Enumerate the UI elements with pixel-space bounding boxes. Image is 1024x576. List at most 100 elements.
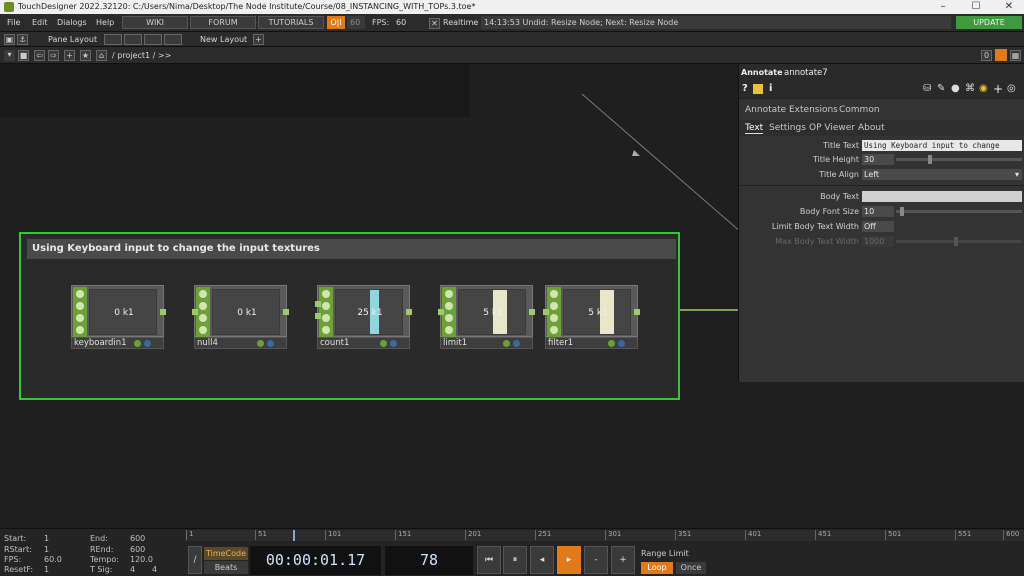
forum-button[interactable]: FORUM <box>190 16 256 29</box>
viewer-flag-icon[interactable] <box>445 290 453 298</box>
tab-op-viewer[interactable]: OP Viewer <box>809 123 855 133</box>
maximize-button[interactable]: ☐ <box>961 0 991 14</box>
output-connector[interactable] <box>160 309 166 315</box>
node-name[interactable]: null4 <box>197 338 218 348</box>
node-limit[interactable]: 5 k1 limit1 <box>438 285 535 349</box>
title-height-slider[interactable] <box>896 155 1022 164</box>
stop-icon[interactable]: ■ <box>18 50 29 61</box>
input-connector[interactable] <box>315 313 321 319</box>
menu-dialogs[interactable]: Dialogs <box>57 18 87 27</box>
add-icon[interactable]: + <box>64 50 75 61</box>
display-flag-icon[interactable] <box>199 326 207 334</box>
slider-handle[interactable] <box>928 155 932 164</box>
timecode-toggle[interactable]: TimeCode <box>204 547 248 560</box>
viewer-flag-icon[interactable] <box>199 290 207 298</box>
input-connector[interactable] <box>543 309 549 315</box>
end-value[interactable]: 600 <box>130 534 145 543</box>
wiki-button[interactable]: WIKI <box>122 16 188 29</box>
node-null[interactable]: 0 k1 null4 <box>192 285 289 349</box>
node-keyboardin[interactable]: 0 k1 keyboardin1 <box>71 285 166 349</box>
output-connector[interactable] <box>529 309 535 315</box>
playhead[interactable] <box>293 530 295 541</box>
perform-mode-button[interactable]: O|I <box>327 16 345 29</box>
home-icon[interactable]: ⌂ <box>96 50 107 61</box>
body-font-size-field[interactable]: 10 <box>862 206 894 217</box>
bypass-flag-icon[interactable] <box>550 302 558 310</box>
tab-settings[interactable]: Settings <box>769 123 806 133</box>
counter-field[interactable]: 0 <box>981 50 992 61</box>
add-layout-button[interactable]: + <box>253 34 264 45</box>
python-help-icon[interactable] <box>753 84 763 94</box>
realtime-checkbox[interactable]: ✕ <box>429 18 440 29</box>
body-text-field[interactable] <box>862 191 1022 202</box>
database-icon[interactable]: ⛁ <box>923 83 931 94</box>
bypass-flag-icon[interactable] <box>199 302 207 310</box>
layout-3-button[interactable] <box>144 34 162 45</box>
dropdown-arrow-icon[interactable]: ▾ <box>4 50 15 61</box>
tag-icon[interactable]: ⌘ <box>965 83 975 94</box>
time-display[interactable]: 00:00:01.17 <box>250 546 381 575</box>
pane-icon[interactable]: ▣ <box>4 34 15 45</box>
viewer-flag-icon[interactable] <box>550 290 558 298</box>
display-flag-icon[interactable] <box>445 326 453 334</box>
tab-annotate[interactable]: Annotate <box>745 105 786 115</box>
layout-2-button[interactable] <box>124 34 142 45</box>
rend-value[interactable]: 600 <box>130 545 145 554</box>
node-filter[interactable]: 5 k1 filter1 <box>543 285 640 349</box>
once-button[interactable]: Once <box>676 562 706 574</box>
layout-1-button[interactable] <box>104 34 122 45</box>
back-icon[interactable]: ⇦ <box>34 50 45 61</box>
input-connector[interactable] <box>315 301 321 307</box>
tsig-a-value[interactable]: 4 <box>130 565 135 574</box>
timebar-expand-icon[interactable]: / <box>188 546 202 574</box>
node-name[interactable]: limit1 <box>443 338 467 348</box>
tab-about[interactable]: About <box>858 123 885 133</box>
tab-text[interactable]: Text <box>745 123 764 134</box>
display-flag-icon[interactable] <box>550 326 558 334</box>
node-name[interactable]: count1 <box>320 338 349 348</box>
comment-icon[interactable]: ● <box>951 83 960 94</box>
python-icon[interactable]: ◉ <box>979 83 988 94</box>
start-value[interactable]: 1 <box>44 534 49 543</box>
rewind-button[interactable]: ⏮ <box>477 546 501 574</box>
node-count[interactable]: 25 k1 count1 <box>315 285 412 349</box>
node-name[interactable]: filter1 <box>548 338 573 348</box>
output-connector[interactable] <box>406 309 412 315</box>
step-back-button[interactable]: ◂ <box>530 546 554 574</box>
forward-icon[interactable]: ⇨ <box>48 50 59 61</box>
lock-flag-icon[interactable] <box>199 314 207 322</box>
menu-file[interactable]: File <box>7 18 20 27</box>
output-connector[interactable] <box>283 309 289 315</box>
input-connector[interactable] <box>192 309 198 315</box>
bypass-flag-icon[interactable] <box>445 302 453 310</box>
step-plus-button[interactable]: + <box>611 546 635 574</box>
frame-display[interactable]: 78 <box>385 546 473 575</box>
viewer-flag-icon[interactable] <box>322 290 330 298</box>
layout-4-button[interactable] <box>164 34 182 45</box>
beats-toggle[interactable]: Beats <box>204 561 248 574</box>
lock-flag-icon[interactable] <box>550 314 558 322</box>
bypass-flag-icon[interactable] <box>76 302 84 310</box>
anchor-icon[interactable]: ⚓ <box>17 34 28 45</box>
tempo-value[interactable]: 120.0 <box>130 555 153 564</box>
star-icon[interactable]: ★ <box>80 50 91 61</box>
play-button[interactable]: ▸ <box>557 546 581 574</box>
resetf-value[interactable]: 1 <box>44 565 49 574</box>
help-icon[interactable]: ? <box>742 83 748 94</box>
fps-value[interactable]: 60.0 <box>44 555 62 564</box>
title-text-field[interactable]: Using Keyboard input to change <box>862 140 1022 151</box>
lock-flag-icon[interactable] <box>76 314 84 322</box>
info-icon[interactable]: i <box>769 83 772 94</box>
title-align-menu[interactable]: Left ▾ <box>862 169 1022 180</box>
grid-icon[interactable]: ▦ <box>1010 50 1021 61</box>
pause-button[interactable]: ⏸ <box>503 546 527 574</box>
slider-handle[interactable] <box>900 207 904 216</box>
update-button[interactable]: UPDATE <box>956 16 1022 29</box>
tab-common[interactable]: Common <box>839 105 880 115</box>
body-font-size-slider[interactable] <box>896 207 1022 216</box>
tsig-b-value[interactable]: 4 <box>152 565 157 574</box>
target-icon[interactable]: ◎ <box>1007 83 1016 94</box>
output-connector[interactable] <box>634 309 640 315</box>
step-forward-button[interactable]: - <box>584 546 608 574</box>
lock-flag-icon[interactable] <box>445 314 453 322</box>
